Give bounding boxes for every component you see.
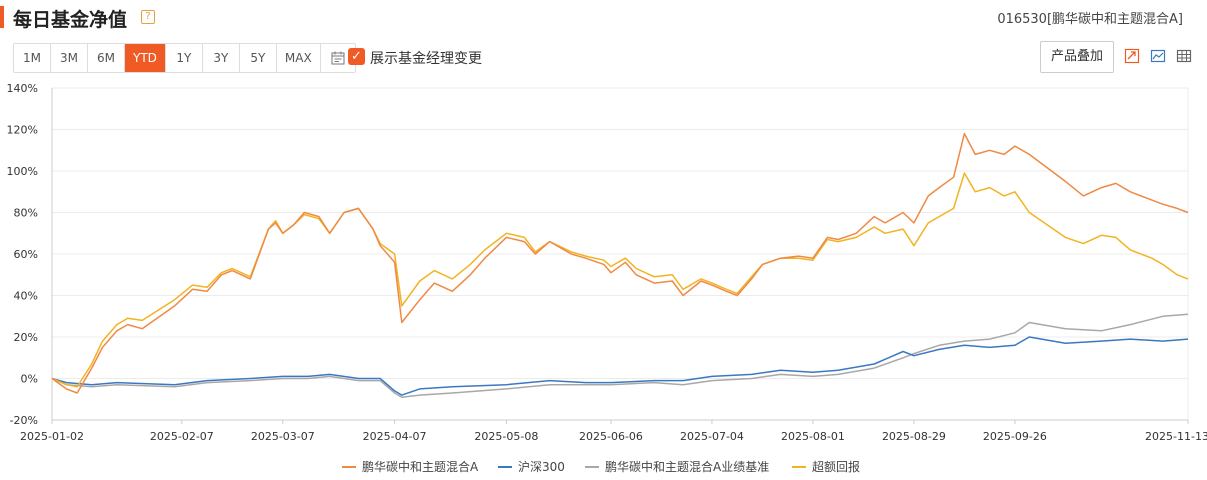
x-tick-label: 2025-11-13 [1145, 430, 1207, 443]
y-tick-label: 20% [14, 331, 38, 344]
y-tick-label: -20% [10, 414, 38, 427]
legend-item[interactable]: 沪深300 [498, 458, 565, 475]
table-icon[interactable] [1176, 48, 1192, 64]
y-tick-label: 80% [14, 207, 38, 220]
y-tick-label: 60% [14, 248, 38, 261]
x-tick-label: 2025-01-02 [20, 430, 84, 443]
legend-swatch [585, 465, 599, 468]
legend-swatch [342, 465, 356, 468]
fund-code-label: 016530[鹏华碳中和主题混合A] [997, 12, 1183, 27]
x-tick-label: 2025-05-08 [474, 430, 538, 443]
legend-label: 鹏华碳中和主题混合A业绩基准 [605, 460, 770, 474]
legend-swatch [792, 465, 806, 468]
x-tick-label: 2025-03-07 [251, 430, 315, 443]
range-button-3y[interactable]: 3Y [203, 44, 240, 72]
legend-swatch [498, 465, 512, 468]
x-tick-label: 2025-08-01 [781, 430, 845, 443]
series-line-1 [51, 336, 1189, 396]
y-tick-label: 100% [7, 165, 38, 178]
range-button-5y[interactable]: 5Y [240, 44, 277, 72]
x-tick-label: 2025-06-06 [579, 430, 643, 443]
legend-item[interactable]: 超额回报 [792, 458, 860, 475]
series-line-0 [51, 132, 1189, 394]
chart-legend: 鹏华碳中和主题混合A 沪深300 鹏华碳中和主题混合A业绩基准 超额回报 [0, 458, 1207, 476]
y-tick-label: 40% [14, 290, 38, 303]
series-line-3 [51, 172, 1189, 388]
x-tick-label: 2025-08-29 [882, 430, 946, 443]
range-button-1m[interactable]: 1M [14, 44, 51, 72]
legend-label: 鹏华碳中和主题混合A [362, 460, 479, 474]
x-tick-label: 2025-02-07 [150, 430, 214, 443]
x-tick-label: 2025-07-04 [680, 430, 744, 443]
legend-item[interactable]: 鹏华碳中和主题混合A业绩基准 [585, 458, 769, 475]
y-tick-label: 140% [7, 82, 38, 95]
legend-label: 超额回报 [812, 460, 861, 474]
title-accent-bar [0, 6, 4, 28]
legend-label: 沪深300 [518, 460, 565, 474]
trend-arrow-icon[interactable] [1124, 48, 1140, 64]
range-button-3m[interactable]: 3M [51, 44, 88, 72]
y-tick-label: 0% [21, 373, 38, 386]
chart-image-icon[interactable] [1150, 48, 1166, 64]
x-tick-label: 2025-04-07 [363, 430, 427, 443]
nav-line-chart: 140% 120% 100% 80% 60% 40% 20% 0% -20% 2025-01-02… [7, 82, 1207, 443]
header: 每日基金净值 ? 016530[鹏华碳中和主题混合A] [0, 0, 1207, 34]
page-title: 每日基金净值 [13, 9, 128, 31]
show-manager-checkbox[interactable]: ✓ [348, 48, 365, 65]
range-button-1y[interactable]: 1Y [166, 44, 203, 72]
product-overlay-button[interactable]: 产品叠加 [1040, 41, 1114, 73]
show-manager-label[interactable]: 展示基金经理变更 [370, 48, 482, 68]
series-line-2 [51, 313, 1189, 398]
range-button-ytd[interactable]: YTD [125, 44, 166, 72]
legend-item[interactable]: 鹏华碳中和主题混合A [342, 458, 478, 475]
x-tick-label: 2025-09-26 [983, 430, 1047, 443]
time-range-selector: 1M 3M 6M YTD 1Y 3Y 5Y MAX [13, 43, 356, 73]
range-button-6m[interactable]: 6M [88, 44, 125, 72]
y-tick-label: 120% [7, 124, 38, 137]
help-icon[interactable]: ? [141, 10, 155, 24]
range-button-max[interactable]: MAX [277, 44, 321, 72]
